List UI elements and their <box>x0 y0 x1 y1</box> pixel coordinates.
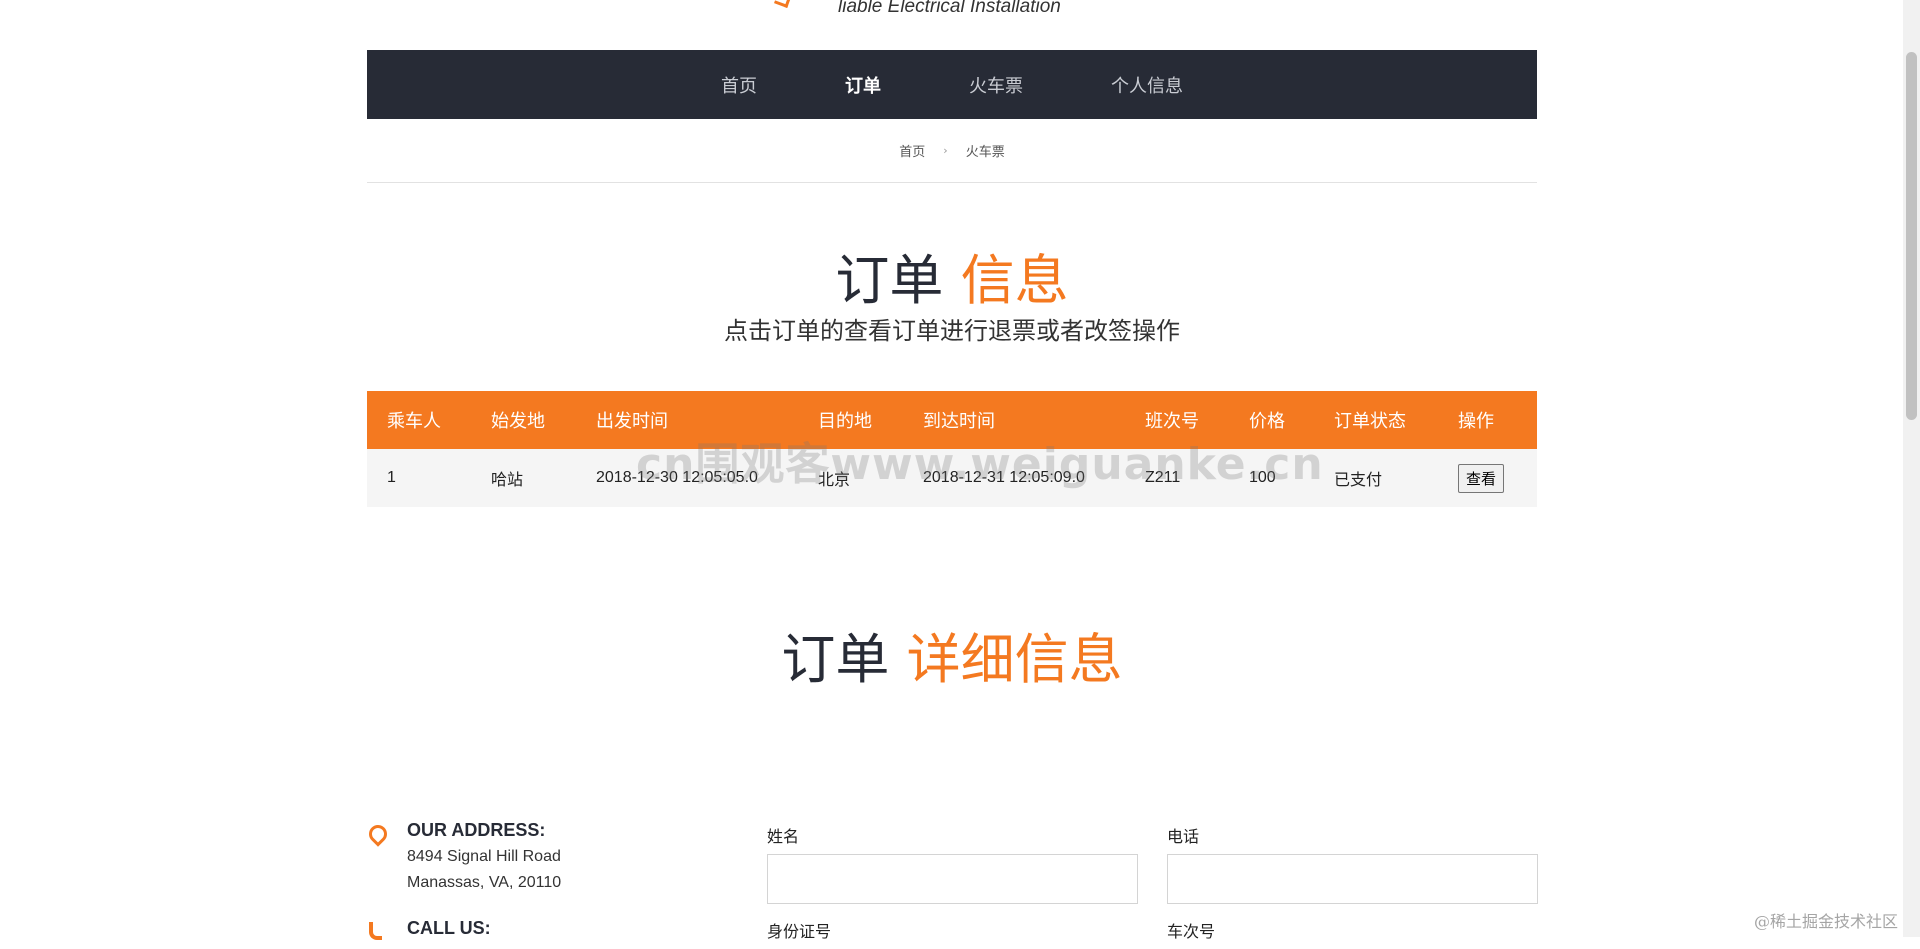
col-origin: 始发地 <box>491 411 545 431</box>
table-header-row: 乘车人 始发地 出发时间 目的地 到达时间 班次号 价格 订单状态 操作 <box>367 391 1537 449</box>
cell-price: 100 <box>1249 469 1276 486</box>
col-action: 操作 <box>1458 411 1494 431</box>
col-train-no: 班次号 <box>1145 411 1199 431</box>
orders-table: 乘车人 始发地 出发时间 目的地 到达时间 班次号 价格 订单状态 操作 1 哈… <box>367 391 1537 507</box>
cell-origin: 哈站 <box>491 472 524 489</box>
location-pin-icon <box>367 825 383 843</box>
address-line-1: 8494 Signal Hill Road <box>407 848 561 865</box>
nav-home[interactable]: 首页 <box>721 72 757 98</box>
address-title: OUR ADDRESS: <box>407 820 546 840</box>
site-header: liable Electrical Installation <box>0 0 1920 50</box>
nav-orders[interactable]: 订单 <box>845 72 881 98</box>
main-navbar: 首页 订单 火车票 个人信息 <box>367 50 1537 119</box>
name-label: 姓名 <box>767 827 800 846</box>
nav-profile[interactable]: 个人信息 <box>1111 72 1183 98</box>
logo-icon <box>774 0 792 8</box>
col-depart-time: 出发时间 <box>596 411 668 431</box>
breadcrumb: 首页 › 火车票 <box>367 119 1537 183</box>
order-info-title-main: 订单 <box>835 249 944 312</box>
corner-watermark: @稀土掘金技术社区 <box>1754 912 1899 931</box>
cell-arrive-time: 2018-12-31 12:05:09.0 <box>923 469 1085 486</box>
call-us-title: CALL US: <box>407 918 491 938</box>
order-detail-title-main: 订单 <box>781 628 890 691</box>
cell-destination: 北京 <box>818 472 851 489</box>
name-field-group: 姓名 <box>767 823 1138 904</box>
col-price: 价格 <box>1249 411 1285 431</box>
phone-icon <box>367 922 383 940</box>
cell-train-no: Z211 <box>1145 469 1181 486</box>
col-passenger: 乘车人 <box>387 411 441 431</box>
order-detail-title: 订单 详细信息 <box>367 615 1537 694</box>
id-field-group: 身份证号 <box>767 918 831 949</box>
table-row: 1 哈站 2018-12-30 12:05:05.0 北京 2018-12-31… <box>367 449 1537 507</box>
col-destination: 目的地 <box>818 411 872 431</box>
col-status: 订单状态 <box>1334 411 1406 431</box>
cell-depart-time: 2018-12-30 12:05:05.0 <box>596 469 758 486</box>
train-number-label: 车次号 <box>1167 922 1216 941</box>
phone-field-group: 电话 <box>1167 823 1538 904</box>
logo-tagline: liable Electrical Installation <box>838 0 1061 17</box>
phone-input[interactable] <box>1167 854 1538 904</box>
order-info-subtitle: 点击订单的查看订单进行退票或者改签操作 <box>724 317 1180 345</box>
cell-status: 已支付 <box>1334 472 1383 489</box>
order-detail-title-accent: 详细信息 <box>906 628 1123 691</box>
cell-passenger: 1 <box>387 469 396 486</box>
col-arrive-time: 到达时间 <box>923 411 995 431</box>
order-info-title: 订单 信息 <box>367 236 1537 315</box>
breadcrumb-home[interactable]: 首页 <box>899 141 925 160</box>
phone-label: 电话 <box>1167 827 1200 846</box>
id-number-label: 身份证号 <box>767 922 832 941</box>
breadcrumb-current: 火车票 <box>965 145 1005 160</box>
view-order-button[interactable]: 查看 <box>1458 463 1505 493</box>
breadcrumb-separator: › <box>943 144 948 157</box>
address-line-2: Manassas, VA, 20110 <box>407 874 562 891</box>
train-field-group: 车次号 <box>1167 918 1215 949</box>
scrollbar-thumb[interactable] <box>1906 52 1917 420</box>
cell-action: 查看 <box>1438 449 1537 507</box>
name-input[interactable] <box>767 854 1138 904</box>
nav-train-tickets[interactable]: 火车票 <box>969 72 1023 98</box>
order-info-title-accent: 信息 <box>960 249 1069 312</box>
page-scrollbar[interactable] <box>1903 0 1920 937</box>
